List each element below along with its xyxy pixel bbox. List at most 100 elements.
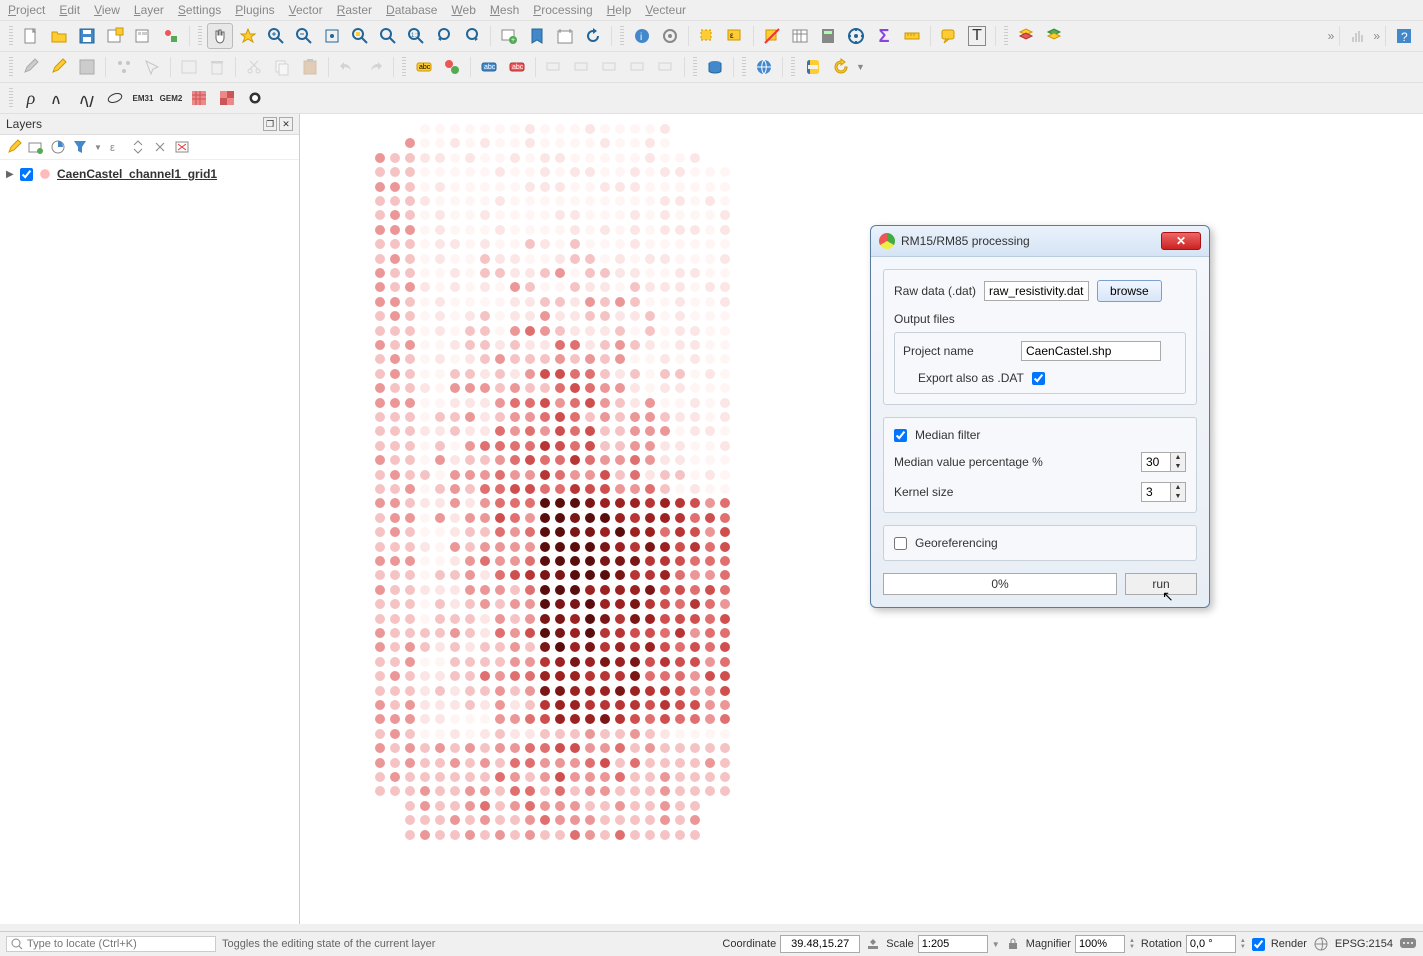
lock-scale-icon[interactable] [1006, 937, 1020, 951]
dialog-close-button[interactable]: ✕ [1161, 232, 1201, 250]
copy-icon[interactable] [269, 54, 295, 80]
agt-grid1-icon[interactable] [186, 85, 212, 111]
menu-help[interactable]: Help [607, 3, 632, 17]
coordinate-input[interactable] [780, 935, 860, 953]
raw-data-input[interactable] [984, 281, 1089, 301]
spin-down-icon[interactable]: ▼ [1171, 492, 1185, 501]
label-rotate-icon[interactable] [625, 54, 651, 80]
menu-web[interactable]: Web [451, 3, 475, 17]
menu-processing[interactable]: Processing [533, 3, 592, 17]
zoom-next-icon[interactable] [459, 23, 485, 49]
agt-ellipse-icon[interactable] [102, 85, 128, 111]
select-by-value-icon[interactable]: ε [722, 23, 748, 49]
filter-legend-icon[interactable] [72, 139, 88, 155]
browse-button[interactable]: browse [1097, 280, 1162, 302]
vertex-tool-icon[interactable] [139, 54, 165, 80]
zoom-full-icon[interactable] [319, 23, 345, 49]
spin-up-icon[interactable]: ▲ [1171, 453, 1185, 462]
median-filter-checkbox[interactable] [894, 429, 907, 442]
remove-layer-icon[interactable] [174, 139, 190, 155]
map-tips-icon[interactable] [936, 23, 962, 49]
statistics-icon[interactable]: Σ [871, 23, 897, 49]
plugin-icon-1[interactable] [1013, 23, 1039, 49]
filter-expression-icon[interactable]: ε [108, 139, 124, 155]
style-manager-icon[interactable] [158, 23, 184, 49]
collapse-all-icon[interactable] [152, 139, 168, 155]
save-edits-icon[interactable] [74, 54, 100, 80]
crs-icon[interactable] [1313, 936, 1329, 952]
help-icon[interactable]: ? [1391, 23, 1417, 49]
zoom-in-icon[interactable] [263, 23, 289, 49]
panel-undock-icon[interactable]: ❐ [263, 117, 277, 131]
save-icon[interactable] [74, 23, 100, 49]
agt-curve1-icon[interactable] [46, 85, 72, 111]
rotation-input[interactable] [1186, 935, 1236, 953]
temporal-icon[interactable] [552, 23, 578, 49]
manage-themes-icon[interactable] [50, 139, 66, 155]
zoom-native-icon[interactable]: 1:1 [403, 23, 429, 49]
deselect-icon[interactable] [759, 23, 785, 49]
reload-icon[interactable] [828, 54, 854, 80]
agt-gear-icon[interactable] [242, 85, 268, 111]
menu-database[interactable]: Database [386, 3, 437, 17]
zoom-last-icon[interactable] [431, 23, 457, 49]
agt-gem-icon[interactable]: GEM2 [158, 85, 184, 111]
agt-text-icon[interactable]: EM31 [130, 85, 156, 111]
label-change-icon[interactable] [653, 54, 679, 80]
layer-expand-icon[interactable]: ▶ [6, 169, 16, 180]
menu-raster[interactable]: Raster [337, 3, 372, 17]
map-canvas[interactable] [300, 114, 1423, 924]
python-icon[interactable] [800, 54, 826, 80]
menu-mesh[interactable]: Mesh [490, 3, 519, 17]
menu-settings[interactable]: Settings [178, 3, 221, 17]
expand-all-icon[interactable] [130, 139, 146, 155]
menu-project[interactable]: Project [8, 3, 45, 17]
zoom-out-icon[interactable] [291, 23, 317, 49]
panel-close-icon[interactable]: ✕ [279, 117, 293, 131]
cut-icon[interactable] [241, 54, 267, 80]
layer-item[interactable]: ▶ CaenCastel_channel1_grid1 [4, 164, 295, 184]
new-map-view-icon[interactable]: + [496, 23, 522, 49]
menu-view[interactable]: View [94, 3, 120, 17]
extents-icon[interactable] [866, 937, 880, 951]
spin-down-icon[interactable]: ▼ [1171, 462, 1185, 471]
zoom-to-selection-icon[interactable] [347, 23, 373, 49]
add-group-icon[interactable] [28, 139, 44, 155]
crs-label[interactable]: EPSG:2154 [1335, 938, 1393, 950]
paste-icon[interactable] [297, 54, 323, 80]
locator-search[interactable] [6, 936, 216, 952]
render-checkbox[interactable] [1252, 938, 1265, 951]
database-icon[interactable] [702, 54, 728, 80]
layout-manager-icon[interactable] [130, 23, 156, 49]
attribute-table-icon[interactable] [787, 23, 813, 49]
label-icon-1[interactable]: abc [411, 54, 437, 80]
identify-icon[interactable]: i [629, 23, 655, 49]
label-icon-2[interactable] [439, 54, 465, 80]
layer-name-label[interactable]: CaenCastel_channel1_grid1 [57, 167, 217, 181]
select-features-icon[interactable] [694, 23, 720, 49]
action-icon[interactable] [657, 23, 683, 49]
web-icon[interactable] [751, 54, 777, 80]
label-pin-icon[interactable] [541, 54, 567, 80]
add-feature-icon[interactable] [111, 54, 137, 80]
label-icon-4[interactable]: abc [504, 54, 530, 80]
menu-edit[interactable]: Edit [59, 3, 80, 17]
new-project-icon[interactable] [18, 23, 44, 49]
zoom-to-layer-icon[interactable] [375, 23, 401, 49]
georeferencing-checkbox[interactable] [894, 537, 907, 550]
export-dat-checkbox[interactable] [1032, 372, 1045, 385]
agt-curve2-icon[interactable] [74, 85, 100, 111]
redo-icon[interactable] [362, 54, 388, 80]
new-print-layout-icon[interactable] [102, 23, 128, 49]
pan-icon[interactable] [207, 23, 233, 49]
delete-selected-icon[interactable] [204, 54, 230, 80]
menu-vector[interactable]: Vector [289, 3, 323, 17]
project-name-input[interactable] [1021, 341, 1161, 361]
undo-icon[interactable] [334, 54, 360, 80]
text-annotation-icon[interactable]: T [964, 23, 990, 49]
scale-input[interactable] [918, 935, 988, 953]
agt-grid2-icon[interactable] [214, 85, 240, 111]
label-move-icon[interactable] [597, 54, 623, 80]
measure-icon[interactable] [899, 23, 925, 49]
menu-layer[interactable]: Layer [134, 3, 164, 17]
